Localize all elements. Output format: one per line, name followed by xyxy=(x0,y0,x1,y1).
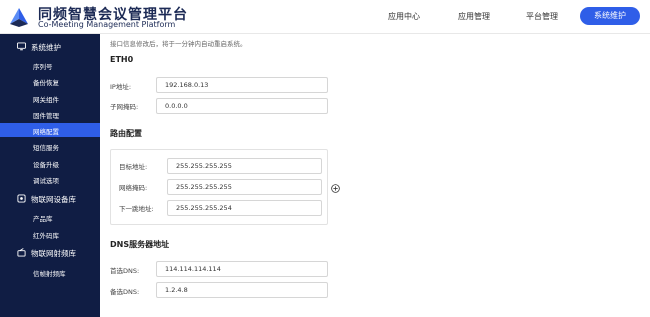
next-hop-label: 下一跳地址: xyxy=(119,205,154,213)
sidebar-item-network-config[interactable]: 网络配置 xyxy=(0,123,100,137)
radio-icon xyxy=(17,248,26,257)
sidebar-item-device-upgrade[interactable]: 设备升级 xyxy=(0,156,100,170)
sidebar-item-gateway-components[interactable]: 网关组件 xyxy=(0,91,100,105)
backup-dns-label: 备选DNS: xyxy=(110,288,140,296)
sidebar-item-ir-code-library[interactable]: 红外码库 xyxy=(0,227,100,241)
sidebar-group-label: 物联网设备库 xyxy=(31,195,76,204)
plus-circle-icon[interactable] xyxy=(331,184,340,193)
next-hop-field[interactable]: 255.255.255.254 xyxy=(167,200,322,216)
eth0-section-title: ETH0 xyxy=(110,55,134,64)
route-section-title: 路由配置 xyxy=(110,129,142,138)
sidebar-item-label: 产品库 xyxy=(33,215,53,223)
sidebar-group-iot-device-library[interactable]: 物联网设备库 xyxy=(0,191,100,207)
network-mask-field[interactable]: 255.255.255.255 xyxy=(167,179,322,195)
app-subtitle: Co-Meeting Management Platform xyxy=(38,20,176,29)
sidebar-item-serial-number[interactable]: 序列号 xyxy=(0,58,100,72)
sidebar-item-firmware-management[interactable]: 固件管理 xyxy=(0,107,100,121)
sidebar-group-label: 系统维护 xyxy=(31,43,61,52)
sidebar-item-debug-options[interactable]: 调试选项 xyxy=(0,172,100,186)
sidebar-item-sms-service[interactable]: 短信服务 xyxy=(0,139,100,153)
sidebar-group-label: 物联网射频库 xyxy=(31,249,76,258)
route-config-box: 目标地址: 255.255.255.255 网络掩码: 255.255.255.… xyxy=(110,149,328,225)
sidebar-item-backup-restore[interactable]: 备份恢复 xyxy=(0,74,100,88)
sidebar-item-label: 短信服务 xyxy=(33,144,59,152)
logo-icon xyxy=(10,8,28,27)
sidebar-group-system-maintenance[interactable]: 系统维护 xyxy=(0,39,100,55)
network-mask-label: 网络掩码: xyxy=(119,184,148,192)
dns-section-title: DNS服务器地址 xyxy=(110,240,170,249)
sidebar-item-label: 网络配置 xyxy=(33,128,59,136)
restart-notice: 接口信息修改后，将于一分钟内自动重启系统。 xyxy=(110,40,247,48)
nav-app-management[interactable]: 应用管理 xyxy=(458,11,490,22)
nav-platform-management[interactable]: 平台管理 xyxy=(526,11,558,22)
sidebar-item-rf-frame-library[interactable]: 信帧射频库 xyxy=(0,265,100,279)
sidebar-item-product-library[interactable]: 产品库 xyxy=(0,210,100,224)
ip-address-label: IP地址: xyxy=(110,83,132,91)
backup-dns-field[interactable]: 1.2.4.8 xyxy=(156,282,328,298)
top-header: 同频智慧会议管理平台 Co-Meeting Management Platfor… xyxy=(0,0,650,34)
subnet-mask-field[interactable]: 0.0.0.0 xyxy=(156,98,328,114)
main-content: 接口信息修改后，将于一分钟内自动重启系统。 ETH0 IP地址: 192.168… xyxy=(100,34,650,317)
sidebar-item-label: 红外码库 xyxy=(33,232,59,240)
ip-address-field[interactable]: 192.168.0.13 xyxy=(156,77,328,93)
sidebar-item-label: 设备升级 xyxy=(33,161,59,169)
primary-dns-label: 首选DNS: xyxy=(110,267,140,275)
sidebar-item-label: 序列号 xyxy=(33,63,53,71)
primary-dns-field[interactable]: 114.114.114.114 xyxy=(156,261,328,277)
monitor-icon xyxy=(17,42,26,51)
subnet-mask-label: 子网掩码: xyxy=(110,103,139,111)
target-address-field[interactable]: 255.255.255.255 xyxy=(167,158,322,174)
nav-system-maintenance[interactable]: 系统维护 xyxy=(580,7,640,25)
sidebar: 系统维护 序列号 备份恢复 网关组件 固件管理 网络配置 短信服务 设备升级 调… xyxy=(0,34,100,317)
sidebar-item-label: 固件管理 xyxy=(33,112,59,120)
sidebar-item-label: 备份恢复 xyxy=(33,79,59,87)
target-address-label: 目标地址: xyxy=(119,163,148,171)
sidebar-item-label: 网关组件 xyxy=(33,96,59,104)
sidebar-item-label: 调试选项 xyxy=(33,177,59,185)
sidebar-item-label: 信帧射频库 xyxy=(33,270,66,278)
sidebar-group-iot-rf-library[interactable]: 物联网射频库 xyxy=(0,245,100,261)
nav-app-center[interactable]: 应用中心 xyxy=(388,11,420,22)
device-icon xyxy=(17,194,26,203)
